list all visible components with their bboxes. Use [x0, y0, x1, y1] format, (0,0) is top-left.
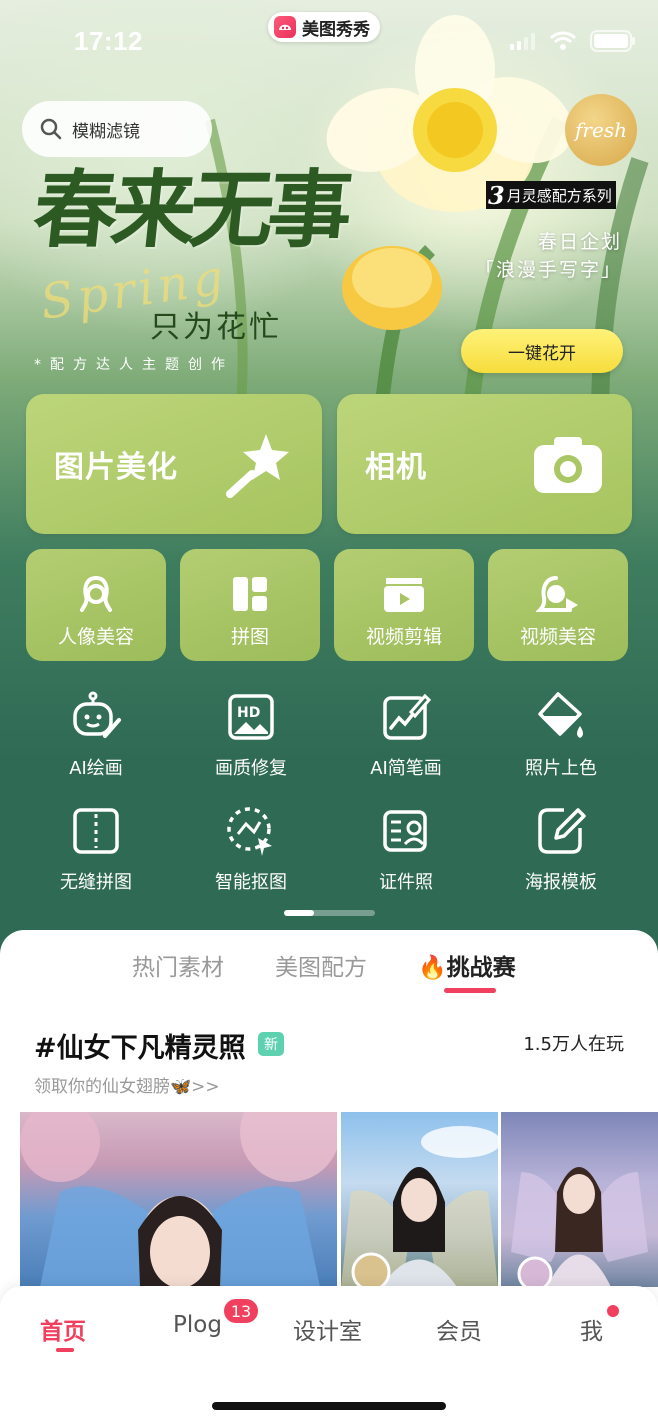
app-indicator-pill[interactable]: 美图秀秀: [268, 12, 380, 42]
video-clip-icon: [384, 578, 424, 612]
paint-bucket-icon: [538, 692, 583, 738]
tab-home[interactable]: 首页: [40, 1312, 86, 1346]
camera-label: 相机: [365, 450, 427, 485]
camera-icon: [534, 437, 602, 493]
challenge-photo[interactable]: [20, 1112, 337, 1287]
photo-edit-tile[interactable]: 图片美化: [26, 394, 322, 534]
video-beauty-label: 视频美容: [519, 626, 596, 648]
tab-meitu-recipes[interactable]: 美图配方: [275, 948, 367, 982]
magic-wand-icon: [226, 434, 289, 498]
search-placeholder: 模糊滤镜: [72, 121, 140, 142]
collage-label: 拼图: [230, 626, 269, 648]
fairy-photo-1: [20, 1112, 337, 1287]
new-badge: 新: [258, 1032, 284, 1056]
sketch-icon: [383, 693, 432, 740]
smart-cutout-label: 智能抠图: [215, 872, 287, 893]
tab-membership[interactable]: 会员: [436, 1312, 482, 1346]
seamless-collage-tool[interactable]: 无缝拼图: [21, 804, 171, 894]
quality-repair-label: 画质修复: [215, 758, 287, 779]
cutout-icon: [227, 807, 272, 856]
ai-sketch-label: AI简笔画: [370, 758, 442, 779]
hero-credit: *配方达人主题创作: [34, 357, 234, 373]
seamless-collage-label: 无缝拼图: [60, 872, 132, 893]
player-count: 1.5万人在玩: [523, 1034, 624, 1055]
fairy-photo-3: [511, 1167, 648, 1287]
portrait-beauty-tile[interactable]: 人像美容: [26, 549, 166, 661]
home-indicator: [212, 1402, 446, 1410]
photo-colorize-tool[interactable]: 照片上色: [486, 690, 636, 780]
video-edit-label: 视频剪辑: [365, 626, 442, 648]
hero-plan-line1: 春日企划: [537, 231, 622, 253]
tab-me[interactable]: 我: [580, 1312, 603, 1346]
series-tag: 3 月灵感配方系列: [486, 180, 616, 210]
tab-hot-materials[interactable]: 热门素材: [132, 948, 224, 982]
ai-paint-label: AI绘画: [69, 758, 123, 779]
active-tab-underline: [444, 988, 496, 993]
video-edit-tile[interactable]: 视频剪辑: [334, 549, 474, 661]
collage-icon: [233, 577, 267, 611]
tab-plog[interactable]: Plog: [173, 1312, 222, 1338]
video-beauty-tile[interactable]: 视频美容: [488, 549, 628, 661]
svg-text:HD: HD: [237, 705, 260, 721]
photo-edit-label: 图片美化: [54, 450, 178, 485]
fresh-badge[interactable]: fresh: [565, 94, 637, 166]
challenge-subtitle[interactable]: 领取你的仙女翅膀🦋>>: [34, 1072, 220, 1097]
poster-template-tool[interactable]: 海报模板: [486, 804, 636, 894]
video-beauty-icon: [536, 576, 578, 612]
wifi-icon: [550, 31, 576, 50]
ai-sketch-tool[interactable]: AI简笔画: [331, 690, 481, 780]
id-photo-icon: [383, 810, 427, 852]
page-indicator-thumb: [284, 910, 314, 916]
plog-badge: 13: [222, 1297, 260, 1325]
feed-tabs: 热门素材 美图配方 🔥挑战赛: [0, 948, 658, 998]
challenge-title[interactable]: #仙女下凡精灵照: [34, 1026, 246, 1065]
meitu-logo-icon: [274, 16, 296, 38]
seamless-collage-icon: [73, 808, 119, 854]
hero-plan-line2: 「浪漫手写字」: [474, 259, 622, 281]
battery-icon: [590, 30, 635, 52]
tab-challenge[interactable]: 🔥挑战赛: [418, 948, 516, 982]
camera-tile[interactable]: 相机: [337, 394, 632, 534]
series-label: 月灵感配方系列: [506, 186, 612, 205]
photo-colorize-label: 照片上色: [525, 758, 597, 779]
ai-paint-tool[interactable]: AI绘画: [21, 690, 171, 780]
id-photo-tool[interactable]: 证件照: [331, 804, 481, 894]
fairy-photo-2: [341, 1126, 498, 1287]
home-active-indicator: [56, 1348, 74, 1352]
portrait-beauty-label: 人像美容: [57, 626, 134, 648]
bloom-cta-button[interactable]: 一键花开: [461, 329, 623, 373]
hd-icon: HD: [228, 694, 274, 740]
app-name: 美图秀秀: [302, 19, 370, 40]
signal-icon: [510, 33, 535, 50]
hero-plan: 春日企划 「浪漫手写字」: [475, 228, 622, 284]
collage-tile[interactable]: 拼图: [180, 549, 320, 661]
smart-cutout-tool[interactable]: 智能抠图: [176, 804, 326, 894]
series-number: 3: [488, 180, 505, 210]
status-icons: [510, 30, 636, 52]
poster-icon: [538, 808, 586, 854]
search-icon: [40, 118, 62, 140]
poster-template-label: 海报模板: [525, 872, 597, 893]
status-time: 17:12: [74, 26, 143, 56]
quality-repair-tool[interactable]: HD 画质修复: [176, 690, 326, 780]
tab-design-studio[interactable]: 设计室: [293, 1312, 362, 1346]
portrait-icon: [80, 576, 112, 612]
robot-paint-icon: [73, 691, 121, 738]
me-notification-dot: [607, 1305, 619, 1317]
hero-subtitle: 只为花忙: [150, 310, 282, 345]
search-bar[interactable]: 模糊滤镜: [22, 101, 212, 157]
challenge-photo[interactable]: [341, 1112, 498, 1287]
id-photo-label: 证件照: [379, 872, 433, 893]
challenge-photo[interactable]: [501, 1112, 658, 1287]
hero-title: 春来无事: [28, 160, 352, 259]
